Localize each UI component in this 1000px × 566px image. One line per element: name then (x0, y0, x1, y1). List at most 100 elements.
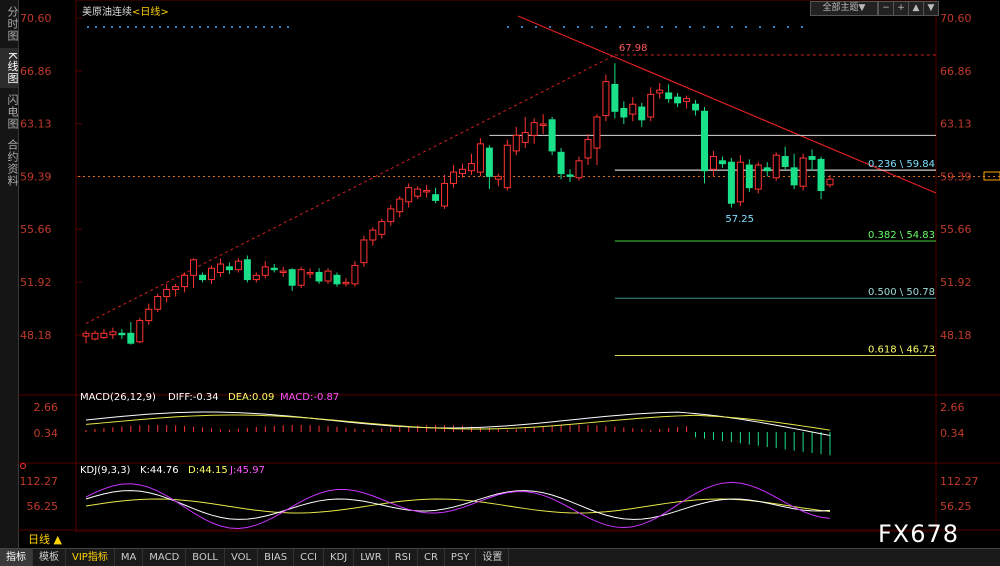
current-price-marker (983, 171, 1000, 181)
zoom-out-button[interactable]: − (878, 1, 894, 16)
macd-tick-right: 2.66 (940, 401, 965, 414)
price-tick-left: 51.92 (20, 276, 52, 289)
rsi-tab[interactable]: RSI (389, 549, 418, 566)
candle-body (450, 171, 458, 184)
kdj-tab[interactable]: KDJ (324, 549, 355, 566)
candle-body (378, 221, 386, 235)
candle-body (333, 274, 341, 285)
candle-body (745, 164, 753, 189)
price-tick-right: 66.86 (940, 65, 972, 78)
marker-dot (271, 26, 273, 28)
settings-tab[interactable]: 设置 (476, 549, 510, 566)
price-tick-left: 70.60 (20, 12, 52, 25)
marker-dot (239, 26, 241, 28)
candle-body (656, 89, 664, 94)
marker-dot (605, 26, 607, 28)
candle-body (692, 103, 700, 111)
zoom-in-button[interactable]: + (893, 1, 909, 16)
marker-dot (175, 26, 177, 28)
candle-body (503, 144, 511, 189)
marker-dot (207, 26, 209, 28)
marker-dot (183, 26, 185, 28)
candle-body (754, 164, 762, 190)
candle-body (342, 281, 350, 285)
theme-select-button[interactable]: 全部主题▼ (810, 1, 878, 16)
marker-dot (103, 26, 105, 28)
ma-tab[interactable]: MA (115, 549, 144, 566)
marker-dot (619, 26, 621, 28)
tab-kline[interactable]: K线图 (0, 48, 19, 88)
candle-body (566, 174, 574, 177)
marker-dot (661, 26, 663, 28)
price-tick-right: 70.60 (940, 12, 972, 25)
cci-tab[interactable]: CCI (294, 549, 325, 566)
candle-body (557, 151, 565, 175)
candle-body (423, 189, 431, 193)
macd-tab[interactable]: MACD (143, 549, 187, 566)
candle-body (674, 96, 682, 104)
candle-body (548, 119, 556, 152)
tab-intraday[interactable]: 分时图 (0, 4, 19, 44)
plot-frame (75, 0, 937, 532)
period-selector[interactable]: 日线 ▲ (18, 532, 88, 548)
lwr-tab[interactable]: LWR (354, 549, 389, 566)
candle-body (279, 270, 287, 274)
vol-tab[interactable]: VOL (225, 549, 259, 566)
marker-dot (95, 26, 97, 28)
price-tick-left: 48.18 (20, 329, 52, 342)
uptrend-line (85, 54, 616, 324)
marker-dot (745, 26, 747, 28)
candle-body (763, 167, 771, 172)
marker-dot (111, 26, 113, 28)
vip-indicator-tab[interactable]: VIP指标 (66, 549, 115, 566)
candle-body (324, 270, 332, 282)
fib-label: 0.382 \ 54.83 (868, 230, 935, 241)
chart-area[interactable]: 70.60 70.6066.86 66.8663.13 63.1359.39 59.39… (18, 0, 1000, 532)
psy-tab[interactable]: PSY (445, 549, 477, 566)
candle-body (207, 267, 215, 281)
watermark-logo: FX678 (878, 520, 960, 548)
boll-tab[interactable]: BOLL (186, 549, 225, 566)
marker-dot (731, 26, 733, 28)
candle-body (781, 156, 789, 167)
marker-dot (563, 26, 565, 28)
candle-body (718, 160, 726, 165)
chart-title: 美原油连续<日线> (82, 3, 169, 18)
candle-body (181, 274, 189, 288)
candle-body (405, 187, 413, 203)
candle-body (306, 272, 314, 275)
candle-body (709, 156, 717, 170)
marker-dot (167, 26, 169, 28)
template-tab[interactable]: 模板 (33, 549, 66, 566)
candle-body (360, 239, 368, 264)
candle-body (638, 106, 646, 121)
candle-body (826, 178, 834, 186)
kdj-tick-right: 112.27 (940, 475, 979, 488)
candle-body (118, 332, 126, 336)
marker-dot (223, 26, 225, 28)
marker-dot (801, 26, 803, 28)
marker-dot (591, 26, 593, 28)
candle-body (82, 332, 90, 337)
candle-body (225, 266, 233, 271)
marker-dot (787, 26, 789, 28)
scroll-down-button[interactable]: ▼ (923, 1, 939, 16)
scroll-up-button[interactable]: ▲ (908, 1, 924, 16)
candle-body (432, 194, 440, 201)
cr-tab[interactable]: CR (418, 549, 445, 566)
marker-dot (279, 26, 281, 28)
tab-contract-info[interactable]: 合约资料 (0, 136, 19, 190)
tab-lightning[interactable]: 闪电图 (0, 92, 19, 132)
marker-dot (255, 26, 257, 28)
marker-dot (759, 26, 761, 28)
marker-dot (143, 26, 145, 28)
indicator-tab[interactable]: 指标 (0, 549, 33, 566)
marker-dot (127, 26, 129, 28)
bias-tab[interactable]: BIAS (258, 549, 295, 566)
marker-dot (263, 26, 265, 28)
price-tick-right: 51.92 (940, 276, 972, 289)
symbol-name: 美原油连续 (82, 7, 132, 18)
candle-body (100, 332, 108, 339)
candle-body (665, 92, 673, 100)
candle-body (494, 175, 502, 180)
